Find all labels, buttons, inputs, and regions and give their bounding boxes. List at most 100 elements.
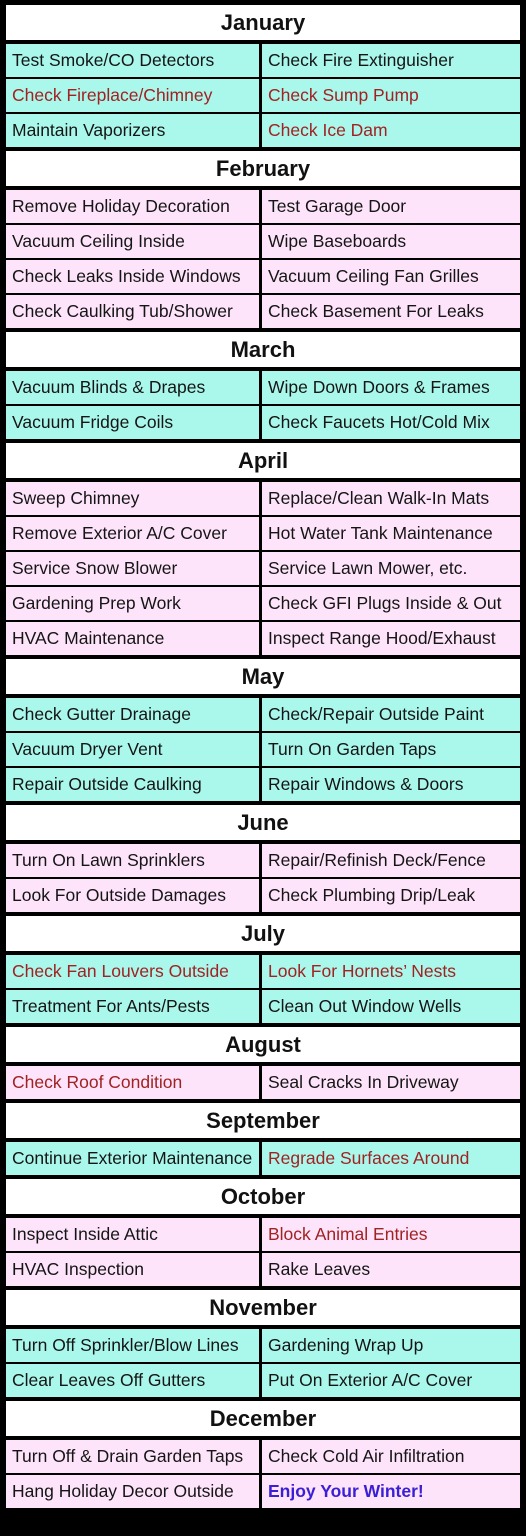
task-row: HVAC Inspection Rake Leaves [6, 1253, 520, 1286]
task-cell: Wipe Baseboards [262, 225, 520, 258]
task-cell: Repair Windows & Doors [262, 768, 520, 801]
task-cell: Vacuum Fridge Coils [6, 406, 259, 439]
task-row: Maintain Vaporizers Check Ice Dam [6, 114, 520, 147]
task-cell: Check Roof Condition [6, 1066, 259, 1099]
task-cell: Inspect Inside Attic [6, 1218, 259, 1251]
task-cell: Enjoy Your Winter! [262, 1475, 520, 1508]
task-row: Look For Outside Damages Check Plumbing D… [6, 879, 520, 912]
task-cell: Vacuum Blinds & Drapes [6, 371, 259, 404]
task-cell: Gardening Prep Work [6, 587, 259, 620]
task-cell: Continue Exterior Maintenance [6, 1142, 259, 1175]
task-row: Check Fireplace/Chimney Check Sump Pump [6, 79, 520, 112]
month-header-september: September [6, 1103, 520, 1138]
task-cell: Seal Cracks In Driveway [262, 1066, 520, 1099]
task-cell: Check Ice Dam [262, 114, 520, 147]
month-header-july: July [6, 916, 520, 951]
task-cell: Remove Exterior A/C Cover [6, 517, 259, 550]
task-cell: Sweep Chimney [6, 482, 259, 515]
month-header-may: May [6, 659, 520, 694]
task-row: Hang Holiday Decor Outside Enjoy Your Win… [6, 1475, 520, 1508]
task-row: Remove Exterior A/C Cover Hot Water Tank … [6, 517, 520, 550]
task-cell: Rake Leaves [262, 1253, 520, 1286]
task-cell: Repair Outside Caulking [6, 768, 259, 801]
task-row: Vacuum Blinds & Drapes Wipe Down Doors & … [6, 371, 520, 404]
task-cell: Hot Water Tank Maintenance [262, 517, 520, 550]
task-row: Check Caulking Tub/Shower Check Basement … [6, 295, 520, 328]
task-cell: Vacuum Ceiling Inside [6, 225, 259, 258]
task-cell: Vacuum Ceiling Fan Grilles [262, 260, 520, 293]
month-header-february: February [6, 151, 520, 186]
task-row: Treatment For Ants/Pests Clean Out Window… [6, 990, 520, 1023]
task-row: Repair Outside Caulking Repair Windows & … [6, 768, 520, 801]
task-cell: Wipe Down Doors & Frames [262, 371, 520, 404]
task-cell: Service Snow Blower [6, 552, 259, 585]
task-cell: Look For Outside Damages [6, 879, 259, 912]
task-cell: Vacuum Dryer Vent [6, 733, 259, 766]
task-cell: Maintain Vaporizers [6, 114, 259, 147]
task-row: Check Fan Louvers Outside Look For Hornet… [6, 955, 520, 988]
task-cell: Gardening Wrap Up [262, 1329, 520, 1362]
task-cell: Turn On Lawn Sprinklers [6, 844, 259, 877]
task-cell: Test Smoke/CO Detectors [6, 44, 259, 77]
task-cell: Clean Out Window Wells [262, 990, 520, 1023]
task-cell: Inspect Range Hood/Exhaust [262, 622, 520, 655]
task-row: Test Smoke/CO Detectors Check Fire Exting… [6, 44, 520, 77]
task-cell: Check Caulking Tub/Shower [6, 295, 259, 328]
task-row: Vacuum Fridge Coils Check Faucets Hot/Col… [6, 406, 520, 439]
task-cell: Check Basement For Leaks [262, 295, 520, 328]
task-row: Turn Off & Drain Garden Taps Check Cold A… [6, 1440, 520, 1473]
task-cell: Check Cold Air Infiltration [262, 1440, 520, 1473]
task-cell: Remove Holiday Decoration [6, 190, 259, 223]
task-cell: Check GFI Plugs Inside & Out [262, 587, 520, 620]
task-cell: Test Garage Door [262, 190, 520, 223]
task-row: Inspect Inside Attic Block Animal Entries [6, 1218, 520, 1251]
task-cell: Regrade Surfaces Around [262, 1142, 520, 1175]
task-row: Check Leaks Inside Windows Vacuum Ceiling… [6, 260, 520, 293]
task-row: Sweep Chimney Replace/Clean Walk-In Mats [6, 482, 520, 515]
task-cell: Check Leaks Inside Windows [6, 260, 259, 293]
task-row: Remove Holiday Decoration Test Garage Doo… [6, 190, 520, 223]
maintenance-calendar: January Test Smoke/CO Detectors Check Fire… [0, 0, 526, 1536]
task-row: Service Snow Blower Service Lawn Mower, e… [6, 552, 520, 585]
task-cell: Turn On Garden Taps [262, 733, 520, 766]
month-header-october: October [6, 1179, 520, 1214]
task-row: Continue Exterior Maintenance Regrade Sur… [6, 1142, 520, 1175]
task-cell: Check Fire Extinguisher [262, 44, 520, 77]
task-cell: Check Gutter Drainage [6, 698, 259, 731]
task-row: Gardening Prep Work Check GFI Plugs Insid… [6, 587, 520, 620]
task-row: Turn Off Sprinkler/Blow Lines Gardening W… [6, 1329, 520, 1362]
task-cell: Check Plumbing Drip/Leak [262, 879, 520, 912]
task-cell: Hang Holiday Decor Outside [6, 1475, 259, 1508]
task-cell: Replace/Clean Walk-In Mats [262, 482, 520, 515]
task-row: Turn On Lawn Sprinklers Repair/Refinish D… [6, 844, 520, 877]
task-cell: Check Sump Pump [262, 79, 520, 112]
task-cell: HVAC Maintenance [6, 622, 259, 655]
month-header-august: August [6, 1027, 520, 1062]
task-cell: Check Fan Louvers Outside [6, 955, 259, 988]
task-row: HVAC Maintenance Inspect Range Hood/Exhau… [6, 622, 520, 655]
task-row: Vacuum Dryer Vent Turn On Garden Taps [6, 733, 520, 766]
task-cell: HVAC Inspection [6, 1253, 259, 1286]
task-cell: Service Lawn Mower, etc. [262, 552, 520, 585]
task-cell: Repair/Refinish Deck/Fence [262, 844, 520, 877]
task-cell: Treatment For Ants/Pests [6, 990, 259, 1023]
task-row: Check Roof Condition Seal Cracks In Drive… [6, 1066, 520, 1099]
month-header-november: November [6, 1290, 520, 1325]
task-cell: Look For Hornets’ Nests [262, 955, 520, 988]
task-row: Check Gutter Drainage Check/Repair Outsid… [6, 698, 520, 731]
task-cell: Turn Off Sprinkler/Blow Lines [6, 1329, 259, 1362]
task-cell: Check/Repair Outside Paint [262, 698, 520, 731]
month-header-april: April [6, 443, 520, 478]
task-row: Clear Leaves Off Gutters Put On Exterior … [6, 1364, 520, 1397]
task-cell: Turn Off & Drain Garden Taps [6, 1440, 259, 1473]
task-cell: Check Fireplace/Chimney [6, 79, 259, 112]
month-header-june: June [6, 805, 520, 840]
task-cell: Check Faucets Hot/Cold Mix [262, 406, 520, 439]
task-cell: Block Animal Entries [262, 1218, 520, 1251]
task-cell: Clear Leaves Off Gutters [6, 1364, 259, 1397]
task-cell: Put On Exterior A/C Cover [262, 1364, 520, 1397]
month-header-december: December [6, 1401, 520, 1436]
task-row: Vacuum Ceiling Inside Wipe Baseboards [6, 225, 520, 258]
month-header-january: January [6, 5, 520, 40]
month-header-march: March [6, 332, 520, 367]
